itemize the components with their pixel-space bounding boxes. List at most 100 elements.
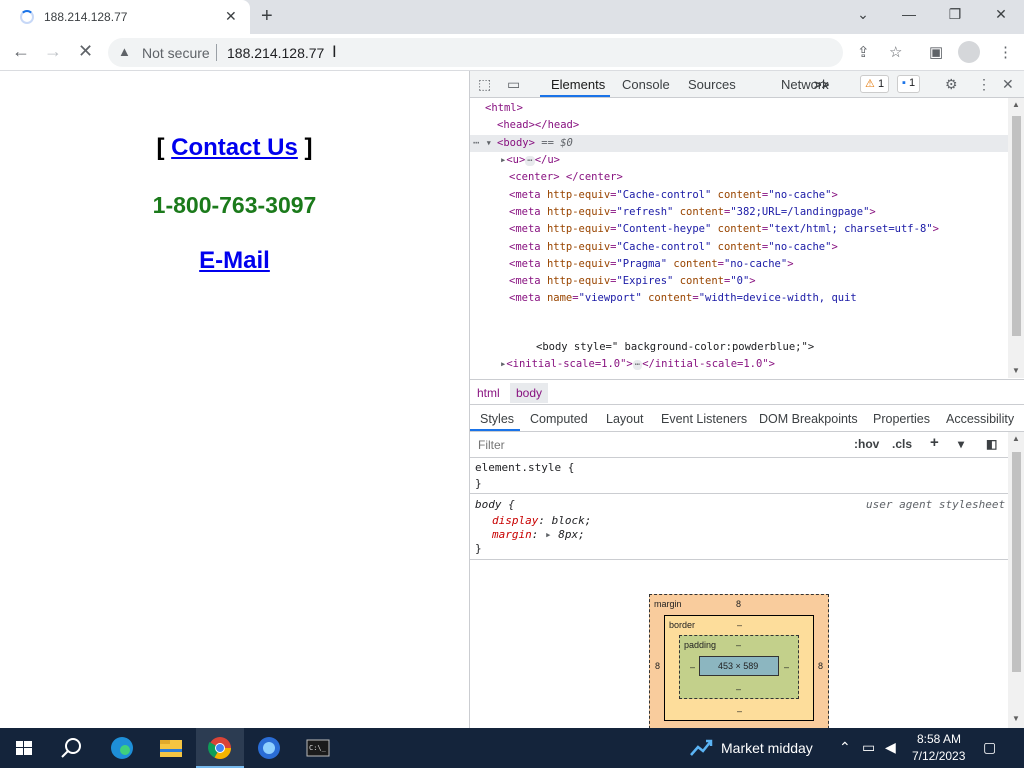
- tab-sources[interactable]: Sources: [688, 77, 736, 92]
- breadcrumb-html[interactable]: html: [477, 386, 500, 400]
- tab-console[interactable]: Console: [622, 77, 670, 92]
- hov-toggle[interactable]: :hov: [854, 437, 879, 451]
- app-globe[interactable]: [245, 728, 293, 768]
- browser-menu-icon[interactable]: ⋮: [998, 43, 1013, 61]
- style-declaration-display[interactable]: display: block;: [492, 514, 591, 527]
- dom-node-meta[interactable]: <meta name="viewport" content="width=dev…: [509, 290, 857, 307]
- dom-node-meta[interactable]: <meta http-equiv="Content-heype" content…: [509, 221, 939, 238]
- clock-date[interactable]: 7/12/2023: [912, 749, 965, 763]
- bracket-close: ]: [297, 134, 313, 161]
- style-declaration-margin[interactable]: margin: ▸ 8px;: [492, 528, 585, 541]
- dom-node-meta[interactable]: <meta http-equiv="Pragma" content="no-ca…: [509, 256, 794, 273]
- dom-node-u[interactable]: ▸<u> ⋯ </u>: [500, 152, 560, 169]
- box-model-border[interactable]: border – – padding – – – – 453 × 589: [664, 615, 814, 721]
- dom-scrollbar[interactable]: ▲ ▼: [1008, 98, 1024, 378]
- device-toolbar-icon[interactable]: ▭: [507, 76, 520, 93]
- security-label[interactable]: Not secure: [142, 45, 210, 61]
- notifications-icon[interactable]: ▢: [983, 739, 996, 756]
- contact-us-link[interactable]: Contact Us: [171, 134, 298, 161]
- dom-node-body-selected[interactable]: ⋯ ▾ <body> == $0: [470, 135, 1008, 152]
- tab-layout[interactable]: Layout: [606, 412, 644, 426]
- clock-time[interactable]: 8:58 AM: [917, 732, 961, 746]
- dom-tree: <html> <head></head> ⋯ ▾ <body> == $0 ▸<u…: [470, 98, 1008, 378]
- active-tab-indicator: [540, 95, 610, 97]
- tab-elements[interactable]: Elements: [551, 77, 605, 92]
- tab-event-listeners[interactable]: Event Listeners: [661, 412, 747, 426]
- side-panel-icon[interactable]: ▣: [929, 43, 943, 61]
- edge-app[interactable]: [98, 728, 146, 768]
- network-icon[interactable]: ▭: [862, 739, 875, 756]
- close-tab-icon[interactable]: ✕: [225, 8, 237, 25]
- chrome-app[interactable]: [196, 728, 244, 768]
- box-model-margin[interactable]: margin 8 8 8 border – – padding – – – – …: [649, 594, 829, 734]
- dom-text-body-style[interactable]: <body style=" background-color:powderblu…: [536, 339, 814, 356]
- box-model-content[interactable]: 453 × 589: [699, 656, 779, 676]
- box-model-padding[interactable]: padding – – – – 453 × 589: [679, 635, 799, 699]
- url-text[interactable]: 188.214.128.77: [227, 45, 324, 61]
- message-icon: ▪: [902, 77, 906, 89]
- tab-styles[interactable]: Styles: [480, 412, 514, 426]
- address-divider: [216, 44, 217, 61]
- messages-count: 1: [908, 77, 916, 89]
- close-devtools-icon[interactable]: ✕: [1002, 76, 1014, 93]
- new-style-rule-icon[interactable]: +: [930, 434, 939, 451]
- email-link[interactable]: E-Mail: [0, 247, 469, 275]
- devtools-tabbar: ⬚ ▭ Elements Console Sources Network >> …: [470, 71, 1024, 98]
- volume-muted-icon[interactable]: ◀: [885, 739, 896, 756]
- show-hidden-icons-icon[interactable]: ⌃: [839, 739, 851, 756]
- dom-node-initial-scale[interactable]: ▸<initial-scale=1.0"> ⋯ </initial-scale=1.…: [500, 356, 775, 373]
- inspect-element-icon[interactable]: ⬚: [478, 76, 491, 93]
- profile-avatar[interactable]: [958, 41, 980, 63]
- styles-scroll-thumb[interactable]: [1012, 452, 1021, 672]
- body-rule-selector[interactable]: body {: [475, 498, 515, 511]
- tab-properties[interactable]: Properties: [873, 412, 930, 426]
- paint-bucket-icon[interactable]: ▾: [958, 437, 964, 451]
- breadcrumb-body[interactable]: body: [510, 383, 549, 403]
- tab-search-chevron-icon[interactable]: ⌄: [840, 6, 886, 23]
- tab-dom-breakpoints[interactable]: DOM Breakpoints: [759, 412, 858, 426]
- restore-button[interactable]: ❐: [932, 6, 978, 23]
- dom-node-meta[interactable]: <meta http-equiv="Cache-control" content…: [509, 239, 838, 256]
- dom-node-head[interactable]: <head></head>: [497, 117, 579, 134]
- stop-loading-icon[interactable]: ✕: [78, 41, 93, 62]
- dom-node-meta[interactable]: <meta http-equiv="Expires" content="0">: [509, 273, 756, 290]
- tab-computed[interactable]: Computed: [530, 412, 588, 426]
- more-tabs-icon[interactable]: >>: [814, 77, 829, 92]
- warning-triangle-icon[interactable]: ▲: [118, 44, 131, 59]
- start-button[interactable]: [0, 728, 48, 768]
- back-arrow-icon[interactable]: ←: [12, 41, 30, 62]
- toggle-sidebar-icon[interactable]: ◧: [986, 437, 997, 451]
- browser-tab[interactable]: 188.214.128.77 ✕: [0, 0, 250, 34]
- styles-filter-input[interactable]: [472, 435, 842, 455]
- market-widget-text[interactable]: Market midday: [721, 740, 813, 756]
- dom-scroll-thumb[interactable]: [1012, 116, 1021, 336]
- user-agent-stylesheet-label: user agent stylesheet: [866, 498, 1006, 511]
- dom-node-center[interactable]: <center> </center>: [509, 169, 623, 186]
- windows-taskbar: C:\_ Market midday ⌃ ▭ ◀ 8:58 AM 7/12/20…: [0, 728, 1024, 768]
- close-window-button[interactable]: ✕: [978, 6, 1024, 23]
- search-button[interactable]: [48, 728, 96, 768]
- margin-top-value: 8: [736, 599, 742, 609]
- folder-icon: [160, 740, 182, 757]
- bookmark-star-icon[interactable]: ☆: [889, 43, 902, 61]
- forward-arrow-icon[interactable]: →: [44, 41, 62, 62]
- share-icon[interactable]: ⇪: [857, 43, 870, 61]
- new-tab-button[interactable]: +: [261, 5, 273, 28]
- styles-scrollbar[interactable]: ▲ ▼: [1008, 432, 1024, 728]
- element-style-selector[interactable]: element.style {: [475, 461, 574, 474]
- devtools-menu-icon[interactable]: ⋮: [977, 76, 991, 93]
- settings-gear-icon[interactable]: ⚙: [945, 76, 958, 93]
- dom-node-meta[interactable]: <meta http-equiv="refresh" content="382;…: [509, 204, 876, 221]
- dom-node-meta[interactable]: <meta http-equiv="Cache-control" content…: [509, 187, 838, 204]
- tab-accessibility[interactable]: Accessibility: [946, 412, 1014, 426]
- ellipsis-icon: ⋯: [632, 360, 643, 370]
- minimize-button[interactable]: —: [886, 6, 932, 22]
- messages-badge[interactable]: ▪ 1: [897, 75, 921, 93]
- file-explorer-app[interactable]: [147, 728, 195, 768]
- page-viewport: [ Contact Us ] 1-800-763-3097 E-Mail: [0, 71, 469, 728]
- warnings-badge[interactable]: ⚠ 1: [860, 75, 890, 93]
- dom-node-html[interactable]: <html>: [485, 100, 523, 117]
- address-bar[interactable]: ▲ Not secure 188.214.128.77 I: [108, 38, 843, 67]
- terminal-app[interactable]: C:\_: [294, 728, 342, 768]
- cls-toggle[interactable]: .cls: [892, 437, 912, 451]
